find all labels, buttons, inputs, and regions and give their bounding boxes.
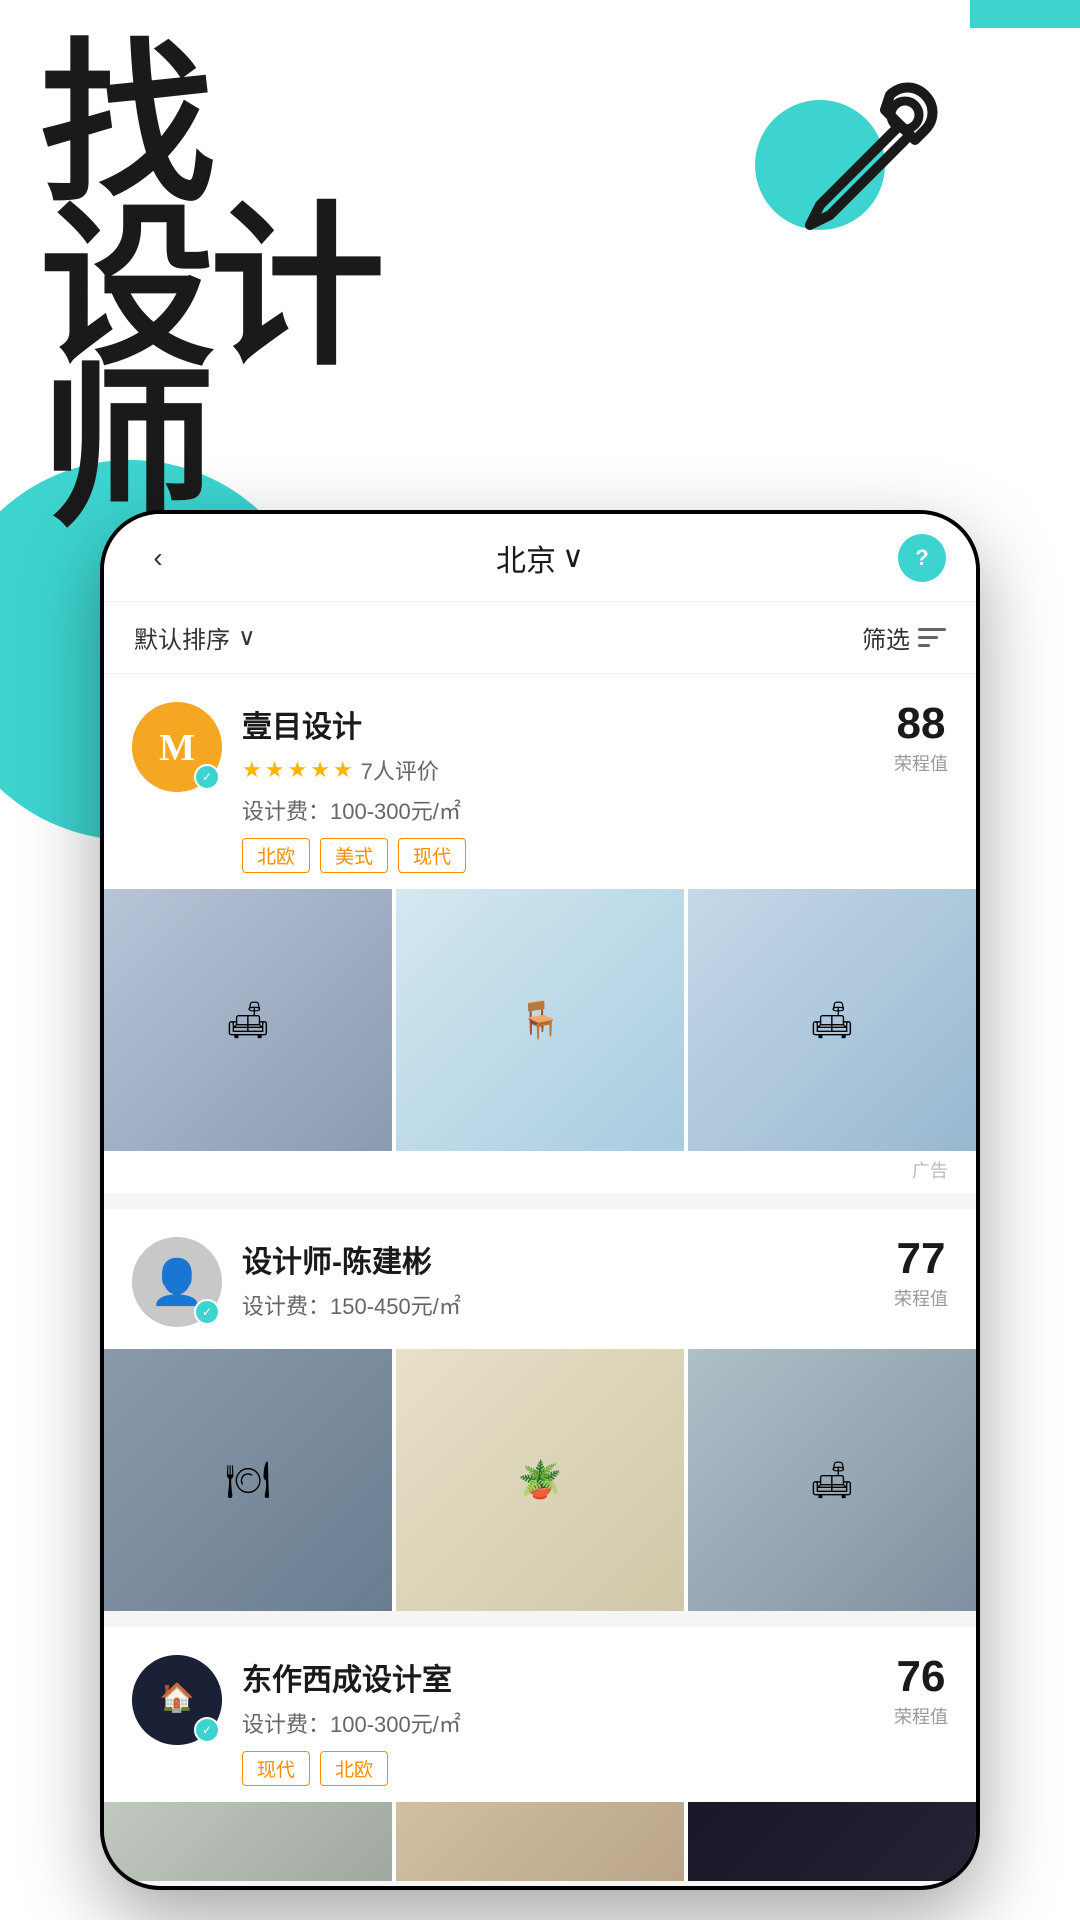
photo-2-1[interactable]: 🍽 bbox=[104, 1349, 392, 1611]
card-1-score-label: 荣程值 bbox=[894, 750, 948, 776]
card-1-avatar-badge: ✓ bbox=[194, 764, 220, 790]
star-2: ★ bbox=[265, 757, 285, 783]
card-1-score-number: 88 bbox=[897, 702, 946, 746]
card-2-score-label: 荣程值 bbox=[894, 1285, 948, 1311]
svg-text:M: M bbox=[159, 727, 195, 769]
card-1-photos: 🛋 🪑 🛋 bbox=[104, 889, 976, 1151]
card-2-photos: 🍽 🪴 🛋 bbox=[104, 1349, 976, 1611]
help-button[interactable]: ? bbox=[898, 534, 946, 582]
card-3-tags: 现代 北欧 bbox=[242, 1751, 874, 1786]
room-illustration-5: 🪴 bbox=[396, 1349, 684, 1611]
tag-modern-3[interactable]: 现代 bbox=[242, 1751, 310, 1786]
filter-button[interactable]: 筛选 bbox=[862, 620, 946, 655]
ad-label-1: 广告 bbox=[132, 1151, 948, 1193]
card-3-photos: 💡 🛏 🪞 bbox=[104, 1802, 976, 1881]
filter-label: 筛选 bbox=[862, 620, 910, 655]
back-button[interactable]: ‹ bbox=[134, 534, 182, 582]
star-4: ★ bbox=[310, 757, 330, 783]
card-1-rating-count: 7人评价 bbox=[361, 754, 439, 786]
phone-screen: ‹ 北京 ∨ ? 默认排序 ∨ 筛选 bbox=[104, 514, 976, 1886]
hero-text: 找 设计 师 bbox=[40, 30, 380, 548]
sort-label: 默认排序 bbox=[134, 620, 230, 655]
room-illustration-7: 💡 bbox=[104, 1802, 392, 1881]
card-3-price: 设计费：100-300元/㎡ bbox=[242, 1707, 874, 1739]
photo-3-3[interactable]: 🪞 bbox=[688, 1802, 976, 1881]
tag-american[interactable]: 美式 bbox=[320, 838, 388, 873]
app-header: ‹ 北京 ∨ ? bbox=[104, 514, 976, 602]
verified-icon-3: ✓ bbox=[202, 1723, 212, 1737]
card-3-info: 东作西成设计室 设计费：100-300元/㎡ 现代 北欧 bbox=[242, 1655, 874, 1786]
room-illustration-2: 🪑 bbox=[396, 889, 684, 1151]
photo-2-3[interactable]: 🛋 bbox=[688, 1349, 976, 1611]
card-1-header: M ✓ 壹目设计 ★ ★ ★ bbox=[132, 702, 948, 873]
star-1: ★ bbox=[242, 757, 262, 783]
card-3-avatar-wrap: 🏠 ✓ bbox=[132, 1655, 222, 1745]
card-2-price: 设计费：150-450元/㎡ bbox=[242, 1289, 874, 1321]
card-1-info: 壹目设计 ★ ★ ★ ★ ★ 7人评价 设计费：100-300元/㎡ bbox=[242, 702, 874, 873]
card-1-stars: ★ ★ ★ ★ ★ bbox=[242, 757, 353, 783]
room-illustration-6: 🛋 bbox=[688, 1349, 976, 1611]
card-2-avatar-wrap: 👤 ✓ bbox=[132, 1237, 222, 1327]
room-illustration-9: 🪞 bbox=[688, 1802, 976, 1881]
star-3: ★ bbox=[287, 757, 307, 783]
card-1-avatar-wrap: M ✓ bbox=[132, 702, 222, 792]
star-5: ★ bbox=[333, 757, 353, 783]
photo-3-2[interactable]: 🛏 bbox=[396, 1802, 684, 1881]
tag-modern[interactable]: 现代 bbox=[398, 838, 466, 873]
card-1-price: 设计费：100-300元/㎡ bbox=[242, 794, 874, 826]
photo-1-1[interactable]: 🛋 bbox=[104, 889, 392, 1151]
room-illustration-8: 🛏 bbox=[396, 1802, 684, 1881]
card-2-score-number: 77 bbox=[897, 1237, 946, 1281]
tag-nordic[interactable]: 北欧 bbox=[242, 838, 310, 873]
city-dropdown-icon: ∨ bbox=[562, 540, 584, 575]
card-2-header: 👤 ✓ 设计师-陈建彬 设计费：150-450元/㎡ 77 荣程值 bbox=[132, 1237, 948, 1333]
card-1-score: 88 荣程值 bbox=[894, 702, 948, 776]
photo-1-2[interactable]: 🪑 bbox=[396, 889, 684, 1151]
photo-2-2[interactable]: 🪴 bbox=[396, 1349, 684, 1611]
filter-icon bbox=[918, 627, 946, 649]
card-2-avatar-badge: ✓ bbox=[194, 1299, 220, 1325]
card-2-name: 设计师-陈建彬 bbox=[242, 1237, 874, 1281]
card-2-score: 77 荣程值 bbox=[894, 1237, 948, 1311]
card-1-rating: ★ ★ ★ ★ ★ 7人评价 bbox=[242, 754, 874, 786]
svg-text:🏠: 🏠 bbox=[160, 1682, 195, 1714]
card-2-info: 设计师-陈建彬 设计费：150-450元/㎡ bbox=[242, 1237, 874, 1333]
verified-icon: ✓ bbox=[202, 770, 212, 784]
photo-1-3[interactable]: 🛋 bbox=[688, 889, 976, 1151]
tag-nordic-3[interactable]: 北欧 bbox=[320, 1751, 388, 1786]
sort-dropdown-icon: ∨ bbox=[238, 623, 256, 652]
phone-mockup: ‹ 北京 ∨ ? 默认排序 ∨ 筛选 bbox=[100, 510, 980, 1890]
room-illustration-1: 🛋 bbox=[104, 889, 392, 1151]
designer-card-3: 🏠 ✓ 东作西成设计室 设计费：100-300元/㎡ 现代 北欧 bbox=[104, 1627, 976, 1881]
designer-list[interactable]: M ✓ 壹目设计 ★ ★ ★ bbox=[104, 674, 976, 1881]
card-3-name: 东作西成设计室 bbox=[242, 1655, 874, 1699]
room-illustration-4: 🍽 bbox=[104, 1349, 392, 1611]
card-1-name: 壹目设计 bbox=[242, 702, 874, 746]
card-3-score-label: 荣程值 bbox=[894, 1703, 948, 1729]
filter-bar: 默认排序 ∨ 筛选 bbox=[104, 602, 976, 674]
svg-text:👤: 👤 bbox=[150, 1257, 205, 1307]
photo-3-1[interactable]: 💡 bbox=[104, 1802, 392, 1881]
card-3-score: 76 荣程值 bbox=[894, 1655, 948, 1729]
designer-card-1: M ✓ 壹目设计 ★ ★ ★ bbox=[104, 674, 976, 1193]
city-name: 北京 bbox=[496, 536, 556, 580]
pen-icon bbox=[770, 55, 970, 255]
city-selector[interactable]: 北京 ∨ bbox=[496, 536, 584, 580]
designer-card-2: 👤 ✓ 设计师-陈建彬 设计费：150-450元/㎡ 77 荣程值 bbox=[104, 1209, 976, 1611]
sort-selector[interactable]: 默认排序 ∨ bbox=[134, 620, 256, 655]
card-1-tags: 北欧 美式 现代 bbox=[242, 838, 874, 873]
card-3-score-number: 76 bbox=[897, 1655, 946, 1699]
room-illustration-3: 🛋 bbox=[688, 889, 976, 1151]
card-3-avatar-badge: ✓ bbox=[194, 1717, 220, 1743]
bg-rect-top bbox=[970, 0, 1080, 28]
card-3-header: 🏠 ✓ 东作西成设计室 设计费：100-300元/㎡ 现代 北欧 bbox=[132, 1655, 948, 1786]
verified-icon-2: ✓ bbox=[202, 1305, 212, 1319]
